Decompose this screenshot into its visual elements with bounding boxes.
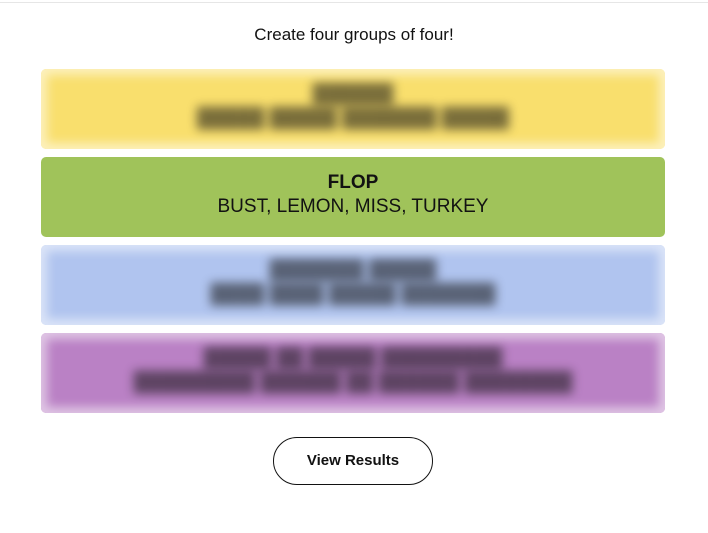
group-members: ████ ████ █████ ███████ xyxy=(210,284,496,305)
solved-group-green: FLOP BUST, LEMON, MISS, TURKEY xyxy=(41,157,665,237)
top-divider xyxy=(0,2,708,3)
group-title: █████ ██ █████ █████████ xyxy=(203,348,503,369)
group-members: █████████ ██████ ██ ██████ ████████ xyxy=(133,372,573,393)
solved-group-blue: ███████ █████ ████ ████ █████ ███████ xyxy=(41,245,665,325)
solved-group-purple: █████ ██ █████ █████████ █████████ █████… xyxy=(41,333,665,413)
solved-group-yellow: ██████ █████ █████ ███████ █████ xyxy=(41,69,665,149)
group-title: ██████ xyxy=(312,84,394,105)
view-results-button[interactable]: View Results xyxy=(273,437,433,485)
instructions-text: Create four groups of four! xyxy=(254,25,454,44)
group-title: ███████ █████ xyxy=(269,260,437,281)
group-title: FLOP xyxy=(327,172,379,193)
group-members: █████ █████ ███████ █████ xyxy=(197,108,509,129)
group-members: BUST, LEMON, MISS, TURKEY xyxy=(217,196,489,217)
